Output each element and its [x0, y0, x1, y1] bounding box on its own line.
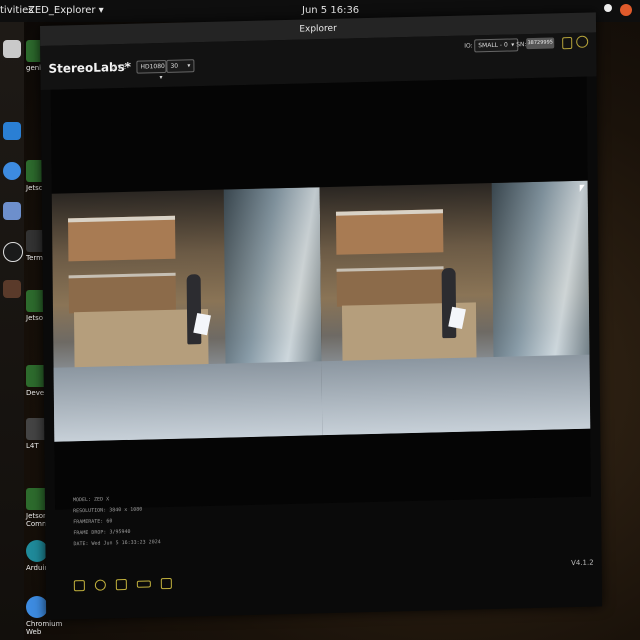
- chevron-down-icon: ▾: [159, 74, 163, 82]
- scene-person: [441, 268, 456, 339]
- status-dot-icon: [604, 4, 612, 12]
- info-date: DATE: Wed Jun 5 16:33:23 2024: [73, 539, 161, 548]
- io-label: IO:: [464, 42, 473, 50]
- chevron-down-icon: ▾: [511, 41, 515, 49]
- io-value: SMALL - 0: [478, 41, 508, 50]
- mouse-cursor-icon: [579, 184, 585, 192]
- terminal-icon[interactable]: [3, 280, 21, 298]
- scene-balcony: [68, 215, 176, 262]
- dock: [0, 22, 24, 640]
- vscode-icon[interactable]: [3, 122, 21, 140]
- video-viewer[interactable]: [50, 76, 591, 510]
- sn-label: SN:: [516, 41, 527, 49]
- file-icon[interactable]: [73, 580, 85, 592]
- power-icon[interactable]: [620, 4, 632, 16]
- io-select[interactable]: SMALL - 0 ▾: [474, 38, 519, 53]
- chromium-icon: [26, 596, 48, 618]
- live-label: LIVE: [110, 63, 128, 72]
- clock[interactable]: Jun 5 16:36: [302, 5, 359, 16]
- app-menu[interactable]: ZED_Explorer ▾: [28, 5, 104, 16]
- obs-icon[interactable]: [3, 242, 23, 262]
- fps-select[interactable]: 30 ▾: [166, 59, 195, 73]
- shortcut-label: Chromium Web: [26, 620, 63, 636]
- wireless-icon[interactable]: [94, 579, 106, 591]
- explorer-window: Explorer StereoLabs* LIVE HD1080 ▾ 30 ▾ …: [40, 12, 603, 620]
- record-icon[interactable]: [562, 36, 573, 50]
- scene-balcony: [336, 266, 445, 307]
- chromium-icon[interactable]: [3, 162, 21, 180]
- camera-info-panel: MODEL: ZED X RESOLUTION: 3840 x 1080 FRA…: [73, 493, 161, 550]
- resolution-value: HD1080: [140, 62, 165, 71]
- chevron-down-icon: ▾: [187, 62, 191, 70]
- stereo-feed: [51, 180, 591, 442]
- scene-floor: [53, 360, 323, 442]
- resolution-select[interactable]: HD1080 ▾: [136, 59, 167, 81]
- system-tray[interactable]: [604, 4, 632, 16]
- shortcut-label: L4T: [26, 442, 39, 450]
- stream-icon[interactable]: [136, 580, 151, 588]
- serial-number-field: 38729995: [526, 37, 555, 50]
- scene-person: [186, 274, 202, 345]
- fps-value: 30: [170, 62, 179, 70]
- version-label: V4.1.2: [571, 558, 594, 568]
- window-title: Explorer: [299, 23, 337, 35]
- text-editor-icon[interactable]: [3, 202, 21, 220]
- video-mode-icon[interactable]: [115, 578, 127, 591]
- left-camera-view: [51, 187, 323, 442]
- right-camera-view: [319, 180, 591, 436]
- camera-icon[interactable]: [160, 577, 172, 590]
- scene-balcony: [68, 272, 177, 313]
- scene-balcony: [336, 208, 444, 256]
- bottom-toolbar: [73, 577, 172, 592]
- gear-icon[interactable]: [576, 35, 589, 48]
- shortcut-label: Term: [26, 254, 43, 262]
- files-icon[interactable]: [3, 40, 21, 58]
- scene-floor: [321, 354, 591, 436]
